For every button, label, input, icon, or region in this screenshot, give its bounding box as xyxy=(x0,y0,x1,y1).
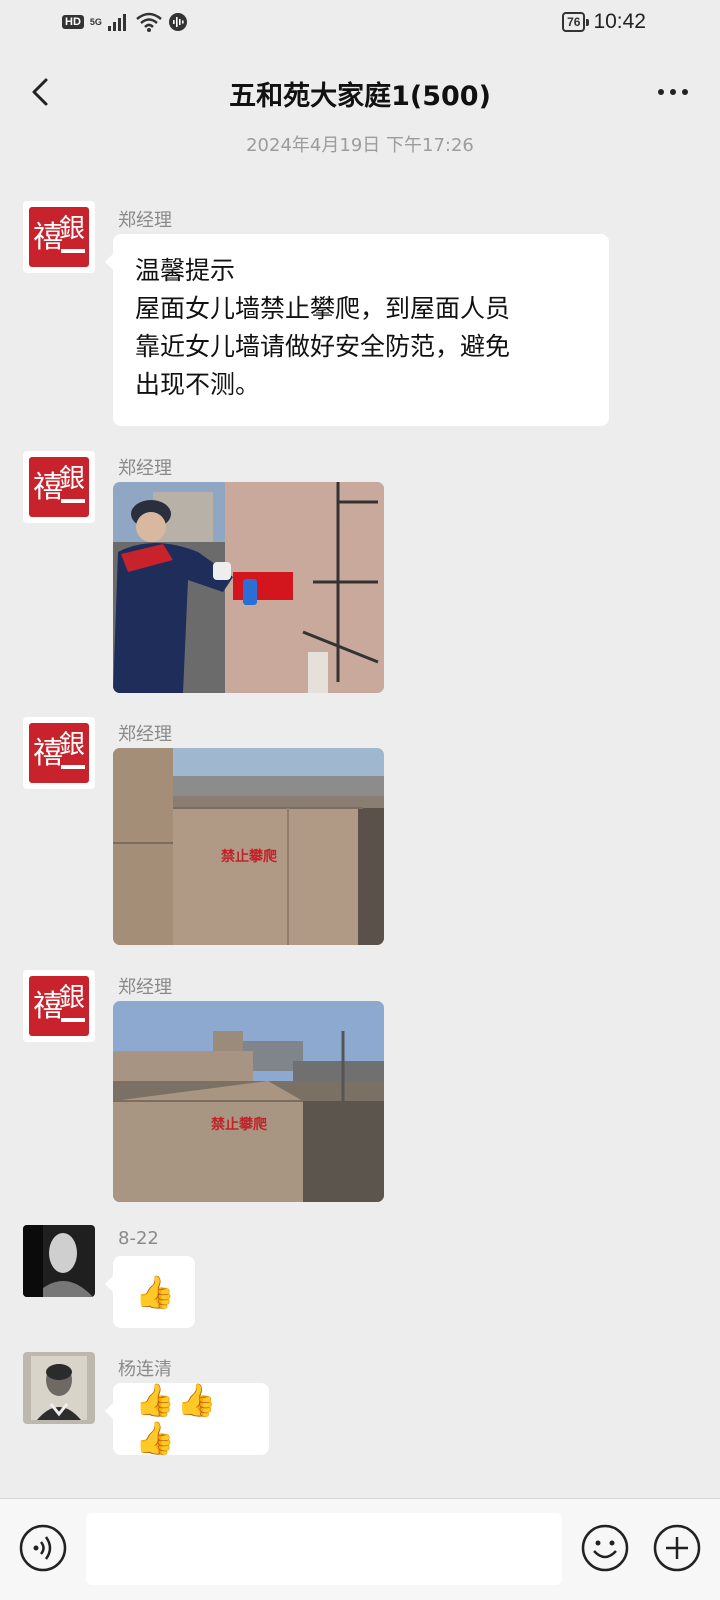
sound-wave-icon xyxy=(168,13,187,31)
sender-name: 8-22 xyxy=(118,1228,159,1249)
more-dots-icon[interactable] xyxy=(648,72,698,112)
photo-avatar xyxy=(23,1352,95,1424)
status-bar: HD 5G 76 10:42 xyxy=(0,0,720,48)
svg-text:銀: 銀 xyxy=(59,983,85,1013)
chat-input-bar xyxy=(0,1498,720,1600)
clock: 10:42 xyxy=(593,10,646,33)
image-message[interactable]: 禁止攀爬 xyxy=(113,1001,384,1202)
image-message[interactable]: 禁止攀爬 xyxy=(113,748,384,945)
seal-logo-avatar: 禧 銀 xyxy=(23,717,95,789)
hd-indicator: HD xyxy=(62,15,84,29)
chevron-left-icon[interactable] xyxy=(22,72,62,112)
sender-name: 郑经理 xyxy=(118,977,172,998)
sender-name: 郑经理 xyxy=(118,210,172,231)
svg-text:銀: 銀 xyxy=(59,730,85,760)
thumbs-up-emoji: 👍👍👍 xyxy=(135,1381,219,1457)
message-input[interactable] xyxy=(86,1513,562,1585)
image-caption: 禁止攀爬 xyxy=(211,1116,268,1133)
chat-header: 五和苑大家庭1(500) xyxy=(0,58,720,128)
image-caption: 禁止攀爬 xyxy=(221,848,278,865)
smiley-icon[interactable] xyxy=(580,1523,630,1573)
signal-icon xyxy=(107,14,126,31)
text-message-bubble[interactable]: 温馨提示 屋面女儿墙禁止攀爬，到屋面人员 靠近女儿墙请做好安全防范，避免 出现不… xyxy=(105,234,609,426)
sender-name: 杨连清 xyxy=(118,1359,172,1380)
thumbs-up-emoji: 👍 xyxy=(135,1273,175,1311)
photo-parapet-wall: 禁止攀爬 xyxy=(113,748,384,945)
avatar[interactable] xyxy=(23,1225,95,1297)
chat-title: 五和苑大家庭1(500) xyxy=(229,81,491,112)
svg-text:銀: 銀 xyxy=(59,214,85,244)
seal-logo-avatar: 禧 銀 xyxy=(23,970,95,1042)
avatar[interactable]: 禧 銀 xyxy=(23,717,95,789)
network-type: 5G xyxy=(89,16,102,27)
photo-avatar xyxy=(23,1225,95,1297)
seal-logo-avatar: 禧 銀 xyxy=(23,451,95,523)
avatar[interactable]: 禧 銀 xyxy=(23,201,95,273)
sender-name: 郑经理 xyxy=(118,458,172,479)
avatar[interactable]: 禧 銀 xyxy=(23,970,95,1042)
avatar[interactable]: 禧 銀 xyxy=(23,451,95,523)
emoji-message-bubble[interactable]: 👍 xyxy=(105,1256,195,1328)
avatar[interactable] xyxy=(23,1352,95,1424)
sender-name: 郑经理 xyxy=(118,724,172,745)
voice-icon[interactable] xyxy=(18,1523,68,1573)
photo-worker-painting-wall xyxy=(113,482,384,693)
image-message[interactable] xyxy=(113,482,384,693)
battery-indicator: 76 xyxy=(562,12,590,32)
message-timestamp: 2024年4月19日 下午17:26 xyxy=(246,135,474,156)
emoji-message-bubble[interactable]: 👍👍👍 xyxy=(105,1381,269,1457)
wifi-icon xyxy=(136,12,162,32)
photo-rooftop-parapet: 禁止攀爬 xyxy=(113,1001,384,1202)
seal-logo-avatar: 禧 銀 xyxy=(23,201,95,273)
svg-text:銀: 銀 xyxy=(59,464,85,494)
plus-circle-icon[interactable] xyxy=(652,1523,702,1573)
